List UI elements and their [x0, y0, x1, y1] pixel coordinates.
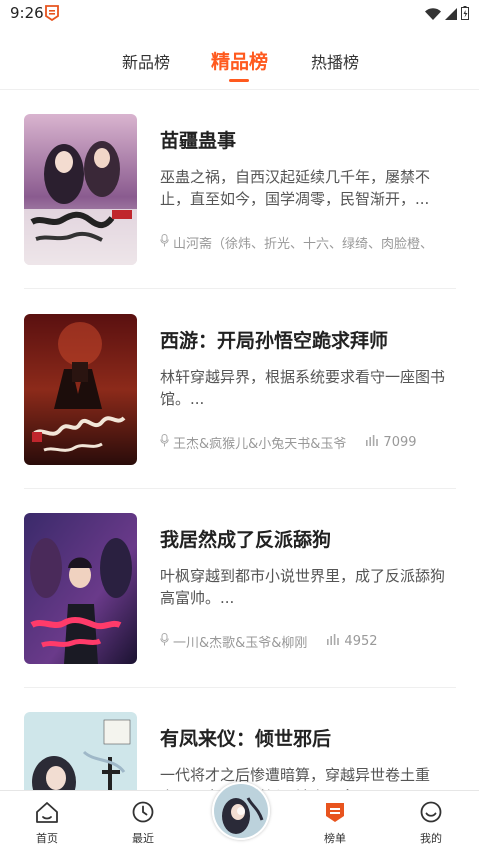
microphone-icon [160, 234, 169, 251]
book-description: 叶枫穿越到都市小说世界里，成了反派舔狗高富帅。... [160, 567, 446, 607]
book-cover[interactable] [24, 314, 137, 465]
tab-hot[interactable]: 热播榜 [311, 49, 359, 73]
book-item[interactable]: 西游：开局孙悟空跪求拜师 林轩穿越异界，根据系统要求看守一座图书馆。... 王杰… [24, 290, 456, 489]
book-description: 巫蛊之祸，自西汉起延续几千年，屡禁不止，直至如今，国学凋零，民智渐开，... [160, 168, 431, 208]
profile-icon [419, 801, 443, 827]
nav-recent[interactable]: 最近 [113, 801, 173, 846]
status-bar: 9:26 [0, 0, 479, 26]
app-notification-icon [45, 5, 59, 22]
book-title[interactable]: 我居然成了反派舔狗 [160, 525, 331, 552]
nav-home-label: 首页 [36, 832, 58, 845]
book-authors: 王杰&疯猴儿&小兔天书&玉爷 [173, 437, 347, 452]
book-authors: 一川&杰歌&玉爷&柳刚 [173, 636, 308, 651]
nav-profile[interactable]: 我的 [401, 801, 461, 846]
book-cover[interactable] [24, 513, 137, 664]
rank-icon [324, 803, 346, 827]
player-disc-button[interactable] [212, 782, 270, 840]
nav-profile-label: 我的 [420, 832, 442, 845]
ranking-tabs: 新品榜 精品榜 热播榜 [0, 30, 479, 90]
book-meta: 王杰&疯猴儿&小兔天书&玉爷 7099 [160, 433, 417, 452]
book-description: 一代将才之后惨遭暗算，穿越异世卷土重来，一定谁这样倒是社会下拿下... [160, 766, 431, 790]
book-cover[interactable] [24, 712, 137, 790]
nav-rank[interactable]: 榜单 [305, 801, 365, 846]
wifi-icon [425, 5, 441, 24]
clock-icon [131, 801, 155, 827]
book-item[interactable]: 苗疆蛊事 巫蛊之祸，自西汉起延续几千年，屡禁不止，直至如今，国学凋零，民智渐开，… [24, 90, 456, 289]
home-icon [35, 802, 59, 827]
book-cover[interactable] [24, 114, 137, 265]
book-item[interactable]: 有凤来仪：倾世邪后 一代将才之后惨遭暗算，穿越异世卷土重来，一定谁这样倒是社会下… [24, 688, 456, 790]
book-title[interactable]: 苗疆蛊事 [160, 126, 236, 153]
book-meta: 一川&杰歌&玉爷&柳刚 4952 [160, 632, 378, 651]
item-divider [24, 288, 456, 289]
book-authors: 山河斋（徐炜、折光、十六、绿绮、肉脸橙、 [173, 237, 434, 252]
book-item[interactable]: 我居然成了反派舔狗 叶枫穿越到都市小说世界里，成了反派舔狗高富帅。... 一川&… [24, 489, 456, 688]
bar-chart-icon [366, 435, 379, 450]
nav-rank-label: 榜单 [324, 832, 346, 845]
nav-home[interactable]: 首页 [17, 801, 77, 846]
tab-premium[interactable]: 精品榜 [211, 47, 268, 74]
book-title[interactable]: 西游：开局孙悟空跪求拜师 [160, 326, 388, 353]
play-count: 7099 [366, 435, 417, 450]
microphone-icon [160, 633, 169, 650]
book-description: 林轩穿越异界，根据系统要求看守一座图书馆。... [160, 368, 446, 408]
book-meta: 山河斋（徐炜、折光、十六、绿绮、肉脸橙、 [160, 233, 433, 252]
play-count-value: 7099 [383, 435, 417, 450]
active-tab-indicator [229, 79, 249, 82]
tab-new[interactable]: 新品榜 [122, 49, 170, 73]
battery-icon [461, 5, 469, 24]
status-time: 9:26 [10, 4, 44, 22]
book-title[interactable]: 有凤来仪：倾世邪后 [160, 724, 331, 751]
play-count-value: 4952 [344, 634, 378, 649]
bar-chart-icon [327, 634, 340, 649]
signal-icon [445, 5, 457, 24]
microphone-icon [160, 434, 169, 451]
book-list: 苗疆蛊事 巫蛊之祸，自西汉起延续几千年，屡禁不止，直至如今，国学凋零，民智渐开，… [0, 90, 479, 790]
play-count: 4952 [327, 634, 378, 649]
nav-recent-label: 最近 [132, 832, 154, 845]
